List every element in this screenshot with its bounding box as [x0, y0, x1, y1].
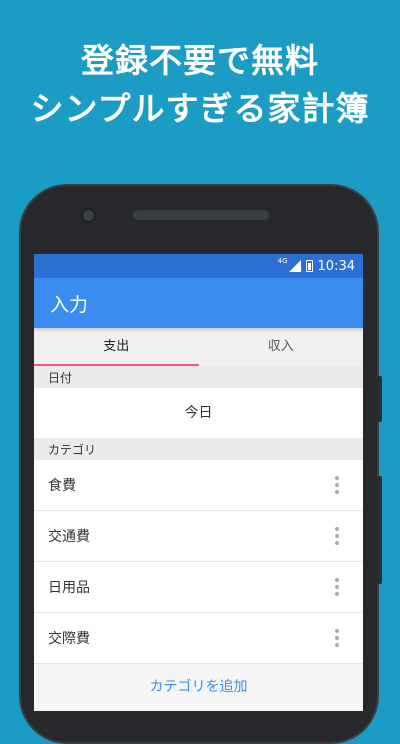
category-item-social[interactable]: 交際費 — [34, 613, 363, 664]
add-category-button[interactable]: カテゴリを追加 — [34, 664, 363, 710]
status-time: 10:34 — [317, 258, 355, 274]
tab-income[interactable]: 収入 — [199, 328, 364, 366]
app-bar: 入力 — [34, 278, 363, 328]
front-camera — [81, 208, 96, 223]
category-item-food[interactable]: 食費 — [34, 460, 363, 511]
status-bar: 4G 10:34 — [34, 254, 363, 278]
date-field[interactable]: 今日 — [34, 388, 363, 438]
category-label: 交通費 — [48, 529, 90, 545]
promo-line-1: 登録不要で無料 — [81, 41, 319, 80]
category-item-daily-goods[interactable]: 日用品 — [34, 562, 363, 613]
phone-side-button — [377, 376, 382, 422]
battery-icon — [305, 260, 313, 272]
more-vert-icon[interactable] — [331, 523, 343, 549]
category-label: 日用品 — [48, 580, 90, 596]
more-vert-icon[interactable] — [331, 574, 343, 600]
category-section-header: カテゴリ — [34, 438, 363, 460]
promo-line-2: シンプルすぎる家計簿 — [30, 89, 370, 128]
category-label: 食費 — [48, 478, 76, 494]
phone-volume-button — [377, 476, 382, 584]
promo-headline: 登録不要で無料 シンプルすぎる家計簿 — [0, 38, 400, 134]
tab-bar: 支出 収入 — [34, 328, 363, 366]
page-title: 入力 — [50, 293, 89, 316]
earpiece-speaker — [133, 210, 269, 220]
signal-icon — [288, 260, 301, 272]
category-item-transport[interactable]: 交通費 — [34, 511, 363, 562]
category-label: 交際費 — [48, 631, 90, 647]
tab-indicator — [34, 364, 199, 366]
more-vert-icon[interactable] — [331, 472, 343, 498]
app-screen: 4G 10:34 入力 支出 収入 日付 今日 カテゴリ 食費 交通費 日用品 … — [34, 254, 363, 711]
date-section-header: 日付 — [34, 366, 363, 388]
more-vert-icon[interactable] — [331, 625, 343, 651]
tab-expense[interactable]: 支出 — [34, 328, 199, 366]
network-label: 4G — [277, 257, 288, 265]
